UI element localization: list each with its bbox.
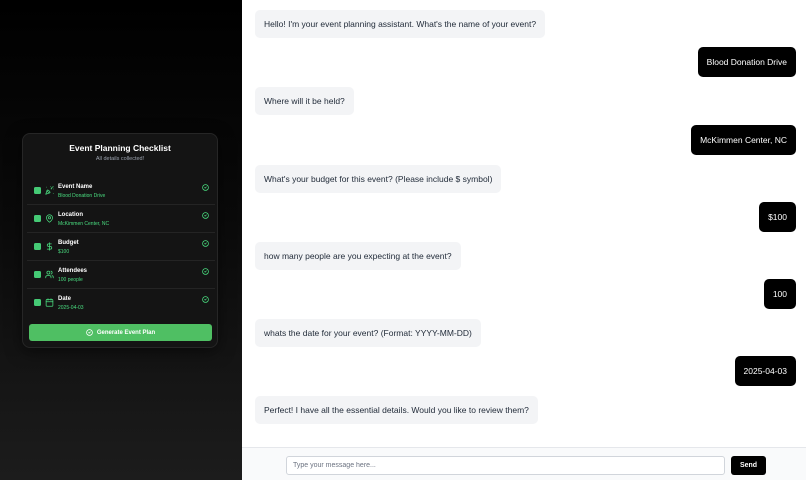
checklist-card: Event Planning Checklist All details col… bbox=[22, 133, 218, 348]
checklist-items: Event Name Blood Donation Drive Location… bbox=[27, 177, 215, 317]
chat-message-bot: whats the date for your event? (Format: … bbox=[255, 319, 481, 347]
checkbox-checked[interactable] bbox=[34, 215, 41, 222]
chat-message-user: Blood Donation Drive bbox=[697, 47, 796, 77]
item-label: Attendees bbox=[58, 268, 88, 274]
checklist-item-event-name: Event Name Blood Donation Drive bbox=[27, 177, 215, 205]
checklist-title: Event Planning Checklist bbox=[69, 143, 171, 153]
checklist-item-budget: Budget $100 bbox=[27, 233, 215, 261]
message-input-bar: Send bbox=[242, 447, 806, 480]
checklist-item-location: Location McKimmen Center, NC bbox=[27, 205, 215, 233]
chat-message-bot: What's your budget for this event? (Plea… bbox=[255, 165, 502, 193]
item-label: Date bbox=[58, 296, 72, 302]
item-value: McKimmen Center, NC bbox=[58, 220, 110, 227]
users-icon bbox=[45, 270, 54, 279]
check-circle-icon bbox=[86, 329, 93, 336]
chat-area[interactable]: Hello! I'm your event planning assistant… bbox=[242, 0, 806, 447]
item-value: $100 bbox=[58, 248, 70, 255]
party-popper-icon bbox=[45, 186, 54, 195]
check-circle-icon bbox=[202, 296, 209, 303]
chat-message-bot: how many people are you expecting at the… bbox=[255, 242, 461, 270]
checklist-item-attendees: Attendees 100 people bbox=[27, 261, 215, 289]
check-circle-icon bbox=[202, 240, 209, 247]
item-value: Blood Donation Drive bbox=[58, 192, 106, 199]
checklist-item-date: Date 2025-04-03 bbox=[27, 289, 215, 317]
send-button[interactable]: Send bbox=[731, 456, 766, 475]
checklist-subtitle: All details collected! bbox=[95, 156, 145, 162]
check-circle-icon bbox=[202, 212, 209, 219]
map-pin-icon bbox=[45, 214, 54, 223]
left-panel: Event Planning Checklist All details col… bbox=[0, 0, 242, 480]
item-label: Budget bbox=[58, 240, 79, 246]
dollar-icon bbox=[45, 242, 54, 251]
item-value: 100 people bbox=[58, 276, 83, 283]
generate-event-plan-button[interactable]: Generate Event Plan bbox=[29, 324, 212, 341]
calendar-icon bbox=[45, 298, 54, 307]
check-circle-icon bbox=[202, 184, 209, 191]
chat-message-bot: Where will it be held? bbox=[255, 87, 354, 115]
item-label: Location bbox=[58, 212, 83, 218]
item-label: Event Name bbox=[58, 184, 93, 190]
chat-message-user: McKimmen Center, NC bbox=[691, 125, 796, 155]
checkbox-checked[interactable] bbox=[34, 271, 41, 278]
check-circle-icon bbox=[202, 268, 209, 275]
item-value: 2025-04-03 bbox=[58, 304, 84, 311]
checkbox-checked[interactable] bbox=[34, 187, 41, 194]
chat-message-user: 2025-04-03 bbox=[734, 356, 796, 386]
chat-message-bot: Perfect! I have all the essential detail… bbox=[255, 396, 538, 424]
chat-message-bot: Hello! I'm your event planning assistant… bbox=[255, 10, 546, 38]
message-input[interactable] bbox=[286, 456, 725, 475]
checkbox-checked[interactable] bbox=[34, 243, 41, 250]
generate-button-label: Generate Event Plan bbox=[96, 329, 156, 336]
checkbox-checked[interactable] bbox=[34, 299, 41, 306]
chat-message-user: 100 bbox=[763, 279, 796, 309]
chat-message-user: $100 bbox=[759, 202, 796, 232]
